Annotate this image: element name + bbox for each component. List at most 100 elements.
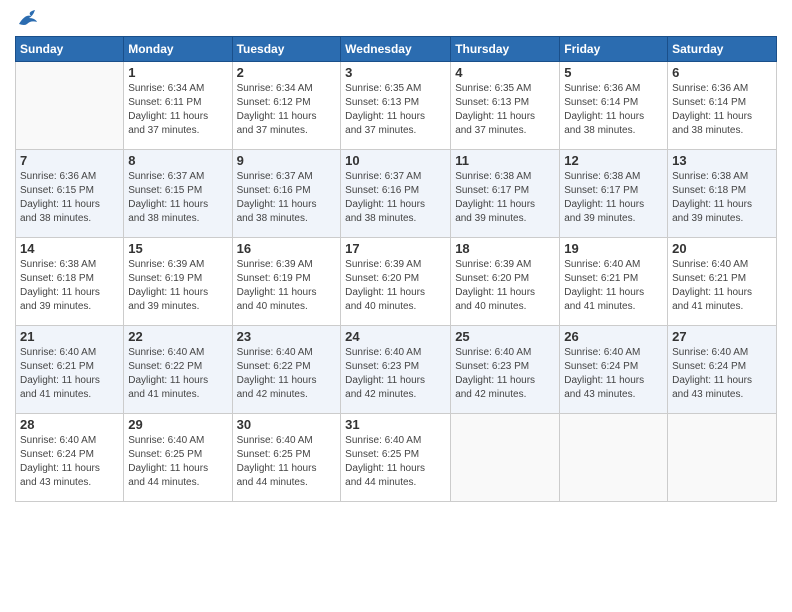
days-of-week-row: SundayMondayTuesdayWednesdayThursdayFrid… bbox=[16, 37, 777, 62]
day-info: Sunrise: 6:40 AM Sunset: 6:24 PM Dayligh… bbox=[564, 346, 663, 402]
page: SundayMondayTuesdayWednesdayThursdayFrid… bbox=[0, 0, 792, 612]
calendar-day-cell: 25Sunrise: 6:40 AM Sunset: 6:23 PM Dayli… bbox=[451, 326, 560, 414]
day-info: Sunrise: 6:36 AM Sunset: 6:14 PM Dayligh… bbox=[564, 82, 663, 138]
day-number: 11 bbox=[455, 153, 555, 168]
calendar-day-cell: 2 Sunrise: 6:34 AM Sunset: 6:12 PM Daylig… bbox=[232, 62, 341, 150]
day-info: Sunrise: 6:39 AM Sunset: 6:19 PM Dayligh… bbox=[128, 258, 227, 314]
day-number: 20 bbox=[672, 241, 772, 256]
day-info: Sunrise: 6:37 AM Sunset: 6:15 PM Dayligh… bbox=[128, 170, 227, 226]
day-number: 5 bbox=[564, 65, 663, 80]
calendar-day-cell: 11Sunrise: 6:38 AM Sunset: 6:17 PM Dayli… bbox=[451, 150, 560, 238]
day-info: Sunrise: 6:34 AM Sunset: 6:12 PM Dayligh… bbox=[237, 82, 337, 138]
calendar-day-cell: 5 Sunrise: 6:36 AM Sunset: 6:14 PM Daylig… bbox=[560, 62, 668, 150]
day-info: Sunrise: 6:36 AM Sunset: 6:15 PM Dayligh… bbox=[20, 170, 119, 226]
calendar-week-row: 7 Sunrise: 6:36 AM Sunset: 6:15 PM Daylig… bbox=[16, 150, 777, 238]
day-info: Sunrise: 6:40 AM Sunset: 6:22 PM Dayligh… bbox=[128, 346, 227, 402]
calendar-week-row: 14 Sunrise: 6:38 AM Sunset: 6:18 PM Dayli… bbox=[16, 238, 777, 326]
calendar-day-cell: 12Sunrise: 6:38 AM Sunset: 6:17 PM Dayli… bbox=[560, 150, 668, 238]
calendar-day-cell: 20Sunrise: 6:40 AM Sunset: 6:21 PM Dayli… bbox=[668, 238, 777, 326]
day-number: 17 bbox=[345, 241, 446, 256]
day-number: 9 bbox=[237, 153, 337, 168]
day-info: Sunrise: 6:35 AM Sunset: 6:13 PM Dayligh… bbox=[345, 82, 446, 138]
day-number: 8 bbox=[128, 153, 227, 168]
day-info: Sunrise: 6:40 AM Sunset: 6:23 PM Dayligh… bbox=[345, 346, 446, 402]
day-number: 26 bbox=[564, 329, 663, 344]
day-of-week-header: Saturday bbox=[668, 37, 777, 62]
calendar-day-cell bbox=[668, 414, 777, 502]
day-number: 18 bbox=[455, 241, 555, 256]
calendar-day-cell: 10 Sunrise: 6:37 AM Sunset: 6:16 PM Dayli… bbox=[341, 150, 451, 238]
day-info: Sunrise: 6:40 AM Sunset: 6:25 PM Dayligh… bbox=[237, 434, 337, 490]
logo bbox=[15, 10, 39, 28]
day-number: 30 bbox=[237, 417, 337, 432]
calendar-day-cell: 6 Sunrise: 6:36 AM Sunset: 6:14 PM Daylig… bbox=[668, 62, 777, 150]
calendar-day-cell: 26 Sunrise: 6:40 AM Sunset: 6:24 PM Dayli… bbox=[560, 326, 668, 414]
header bbox=[15, 10, 777, 28]
day-number: 10 bbox=[345, 153, 446, 168]
calendar-day-cell: 1 Sunrise: 6:34 AM Sunset: 6:11 PM Daylig… bbox=[124, 62, 232, 150]
day-info: Sunrise: 6:35 AM Sunset: 6:13 PM Dayligh… bbox=[455, 82, 555, 138]
calendar-day-cell bbox=[451, 414, 560, 502]
calendar-day-cell: 24 Sunrise: 6:40 AM Sunset: 6:23 PM Dayli… bbox=[341, 326, 451, 414]
day-number: 2 bbox=[237, 65, 337, 80]
day-of-week-header: Monday bbox=[124, 37, 232, 62]
day-info: Sunrise: 6:34 AM Sunset: 6:11 PM Dayligh… bbox=[128, 82, 227, 138]
calendar-week-row: 21 Sunrise: 6:40 AM Sunset: 6:21 PM Dayli… bbox=[16, 326, 777, 414]
day-number: 21 bbox=[20, 329, 119, 344]
day-number: 19 bbox=[564, 241, 663, 256]
calendar-day-cell: 28 Sunrise: 6:40 AM Sunset: 6:24 PM Dayli… bbox=[16, 414, 124, 502]
calendar-day-cell: 7 Sunrise: 6:36 AM Sunset: 6:15 PM Daylig… bbox=[16, 150, 124, 238]
day-number: 16 bbox=[237, 241, 337, 256]
calendar-day-cell bbox=[16, 62, 124, 150]
day-info: Sunrise: 6:40 AM Sunset: 6:23 PM Dayligh… bbox=[455, 346, 555, 402]
day-of-week-header: Friday bbox=[560, 37, 668, 62]
day-info: Sunrise: 6:37 AM Sunset: 6:16 PM Dayligh… bbox=[237, 170, 337, 226]
day-info: Sunrise: 6:39 AM Sunset: 6:19 PM Dayligh… bbox=[237, 258, 337, 314]
day-number: 27 bbox=[672, 329, 772, 344]
calendar-day-cell: 4 Sunrise: 6:35 AM Sunset: 6:13 PM Daylig… bbox=[451, 62, 560, 150]
calendar-day-cell: 13Sunrise: 6:38 AM Sunset: 6:18 PM Dayli… bbox=[668, 150, 777, 238]
calendar-table: SundayMondayTuesdayWednesdayThursdayFrid… bbox=[15, 36, 777, 502]
calendar-day-cell: 31Sunrise: 6:40 AM Sunset: 6:25 PM Dayli… bbox=[341, 414, 451, 502]
day-info: Sunrise: 6:40 AM Sunset: 6:21 PM Dayligh… bbox=[564, 258, 663, 314]
day-info: Sunrise: 6:40 AM Sunset: 6:24 PM Dayligh… bbox=[672, 346, 772, 402]
day-of-week-header: Sunday bbox=[16, 37, 124, 62]
day-info: Sunrise: 6:40 AM Sunset: 6:21 PM Dayligh… bbox=[20, 346, 119, 402]
calendar-header: SundayMondayTuesdayWednesdayThursdayFrid… bbox=[16, 37, 777, 62]
calendar-day-cell: 23 Sunrise: 6:40 AM Sunset: 6:22 PM Dayli… bbox=[232, 326, 341, 414]
day-info: Sunrise: 6:40 AM Sunset: 6:22 PM Dayligh… bbox=[237, 346, 337, 402]
day-info: Sunrise: 6:40 AM Sunset: 6:25 PM Dayligh… bbox=[128, 434, 227, 490]
day-number: 23 bbox=[237, 329, 337, 344]
day-info: Sunrise: 6:40 AM Sunset: 6:24 PM Dayligh… bbox=[20, 434, 119, 490]
calendar-week-row: 28 Sunrise: 6:40 AM Sunset: 6:24 PM Dayli… bbox=[16, 414, 777, 502]
calendar-day-cell: 9 Sunrise: 6:37 AM Sunset: 6:16 PM Daylig… bbox=[232, 150, 341, 238]
day-info: Sunrise: 6:38 AM Sunset: 6:18 PM Dayligh… bbox=[20, 258, 119, 314]
calendar-body: 1 Sunrise: 6:34 AM Sunset: 6:11 PM Daylig… bbox=[16, 62, 777, 502]
calendar-day-cell: 8 Sunrise: 6:37 AM Sunset: 6:15 PM Daylig… bbox=[124, 150, 232, 238]
calendar-day-cell: 3 Sunrise: 6:35 AM Sunset: 6:13 PM Daylig… bbox=[341, 62, 451, 150]
day-number: 1 bbox=[128, 65, 227, 80]
day-number: 28 bbox=[20, 417, 119, 432]
day-number: 7 bbox=[20, 153, 119, 168]
day-of-week-header: Tuesday bbox=[232, 37, 341, 62]
day-number: 24 bbox=[345, 329, 446, 344]
calendar-day-cell: 18Sunrise: 6:39 AM Sunset: 6:20 PM Dayli… bbox=[451, 238, 560, 326]
calendar-week-row: 1 Sunrise: 6:34 AM Sunset: 6:11 PM Daylig… bbox=[16, 62, 777, 150]
day-info: Sunrise: 6:38 AM Sunset: 6:18 PM Dayligh… bbox=[672, 170, 772, 226]
logo-bird-icon bbox=[17, 10, 39, 28]
day-of-week-header: Thursday bbox=[451, 37, 560, 62]
calendar-day-cell: 27 Sunrise: 6:40 AM Sunset: 6:24 PM Dayli… bbox=[668, 326, 777, 414]
day-info: Sunrise: 6:38 AM Sunset: 6:17 PM Dayligh… bbox=[564, 170, 663, 226]
day-info: Sunrise: 6:36 AM Sunset: 6:14 PM Dayligh… bbox=[672, 82, 772, 138]
day-number: 15 bbox=[128, 241, 227, 256]
calendar-day-cell: 17Sunrise: 6:39 AM Sunset: 6:20 PM Dayli… bbox=[341, 238, 451, 326]
day-number: 6 bbox=[672, 65, 772, 80]
day-number: 3 bbox=[345, 65, 446, 80]
day-number: 31 bbox=[345, 417, 446, 432]
calendar-day-cell: 14 Sunrise: 6:38 AM Sunset: 6:18 PM Dayli… bbox=[16, 238, 124, 326]
calendar-day-cell: 22Sunrise: 6:40 AM Sunset: 6:22 PM Dayli… bbox=[124, 326, 232, 414]
day-number: 14 bbox=[20, 241, 119, 256]
calendar-day-cell: 29Sunrise: 6:40 AM Sunset: 6:25 PM Dayli… bbox=[124, 414, 232, 502]
day-number: 4 bbox=[455, 65, 555, 80]
day-info: Sunrise: 6:37 AM Sunset: 6:16 PM Dayligh… bbox=[345, 170, 446, 226]
